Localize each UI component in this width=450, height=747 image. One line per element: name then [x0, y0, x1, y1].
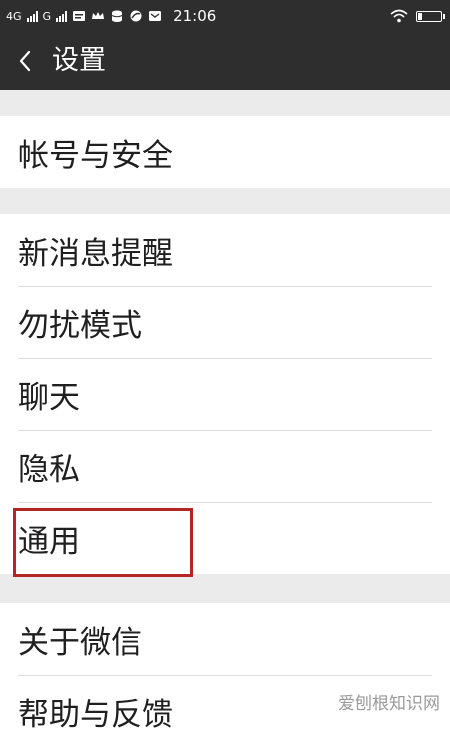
settings-item-label: 帮助与反馈: [18, 696, 173, 733]
settings-item-about-wechat[interactable]: 关于微信: [0, 603, 450, 675]
status-bar: 4G G 21:06: [0, 0, 450, 32]
signal-strength-icon-2: [56, 10, 68, 22]
wifi-icon: [390, 9, 408, 23]
settings-item-label: 帐号与安全: [18, 137, 173, 174]
network-4g-label: 4G: [6, 9, 22, 23]
settings-group-account: 帐号与安全: [0, 116, 450, 188]
status-time: 21:06: [173, 7, 217, 25]
back-arrow-icon[interactable]: [14, 49, 38, 73]
settings-item-label: 勿扰模式: [18, 307, 142, 344]
settings-item-chat[interactable]: 聊天: [0, 358, 450, 430]
settings-item-new-message-alert[interactable]: 新消息提醒: [0, 214, 450, 286]
page-title: 设置: [52, 45, 106, 76]
settings-item-privacy[interactable]: 隐私: [0, 430, 450, 502]
settings-item-do-not-disturb[interactable]: 勿扰模式: [0, 286, 450, 358]
status-left: 4G G 21:06: [6, 0, 216, 32]
signal-strength-icon: [26, 10, 38, 22]
status-right: [390, 0, 445, 32]
highlight-annotation-box: [13, 508, 193, 577]
network-g-label: G: [42, 9, 52, 23]
watermark-text: 爱刨根知识网: [338, 694, 440, 714]
settings-item-account-security[interactable]: 帐号与安全: [0, 116, 450, 188]
settings-item-label: 隐私: [18, 451, 80, 488]
browser-icon: [130, 10, 142, 22]
app-notification-icon: [73, 11, 86, 21]
settings-item-label: 关于微信: [18, 624, 142, 661]
mail-icon: [149, 11, 162, 21]
settings-item-label: 新消息提醒: [18, 235, 173, 272]
settings-group-about: 关于微信 帮助与反馈: [0, 603, 450, 747]
settings-item-label: 聊天: [18, 379, 80, 416]
title-bar: 设置: [0, 32, 450, 90]
crown-icon: [92, 12, 105, 19]
database-icon: [111, 10, 123, 22]
battery-icon: [416, 10, 445, 22]
